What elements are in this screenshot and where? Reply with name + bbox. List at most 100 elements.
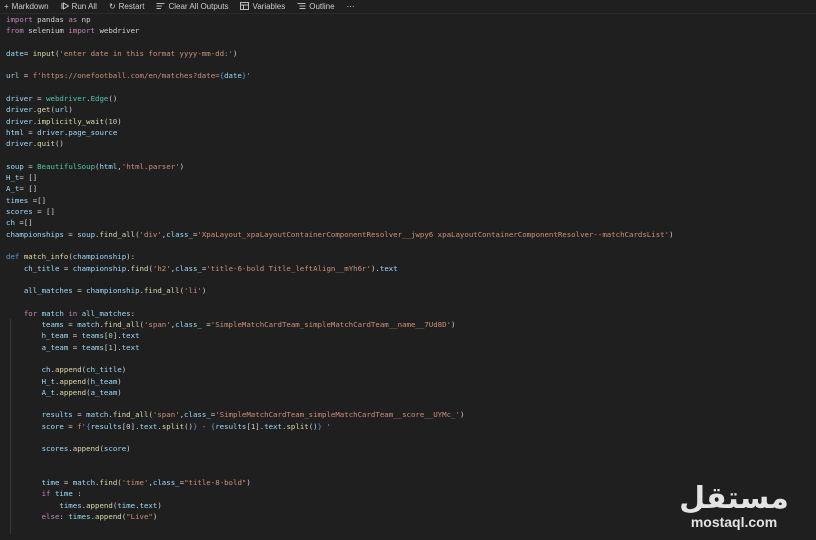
tok: : (72, 489, 82, 499)
tok: results (41, 410, 73, 420)
tok: championship (72, 263, 127, 273)
tok: ) (152, 512, 158, 522)
tok (6, 309, 24, 318)
tok (6, 444, 42, 453)
tok: ) (117, 376, 122, 386)
tok: f' (77, 421, 87, 431)
add-markdown-label: Markdown (11, 2, 49, 11)
tok: class_ (166, 229, 193, 239)
tok: text (264, 421, 283, 431)
tok: import (6, 15, 33, 24)
tok: [1]. (246, 421, 265, 431)
restart-button[interactable]: ↻ Restart (109, 2, 145, 11)
tok: html (99, 161, 118, 171)
tok: 'time' (121, 478, 149, 488)
add-markdown-button[interactable]: + Markdown (4, 2, 49, 11)
tok: get (37, 105, 51, 115)
tok: 'enter date in this format yyyy-mm-dd:' (59, 48, 233, 58)
tok: pandas (32, 15, 69, 24)
tok: ) (232, 48, 238, 58)
tok: championships (6, 229, 64, 239)
tok: a_team (90, 387, 118, 397)
tok: ) (117, 387, 122, 397)
run-all-button[interactable]: Run All (61, 1, 97, 12)
tok: match (72, 478, 96, 488)
tok: find_all (99, 229, 136, 239)
code-line-14: soup = BeautifulSoup(html,'html.parser') (6, 161, 816, 172)
code-cell[interactable]: import pandas as np from selenium import… (0, 14, 816, 540)
tok: quit (37, 139, 55, 149)
code-line-18: scores = [] (6, 206, 816, 217)
tok: driver (6, 116, 33, 126)
tok: ' (246, 71, 251, 81)
code-line-30: a_team = teams[1].text (6, 342, 816, 353)
tok: split (286, 421, 309, 431)
variables-label: Variables (252, 2, 286, 11)
tok: class_ (175, 320, 202, 330)
code-line-29: h_team = teams[0].text (6, 330, 816, 341)
code-line-22: def match_info(championship): (6, 251, 816, 262)
tok: ) (121, 365, 127, 375)
tok: match (77, 320, 100, 330)
tok: for (23, 308, 38, 318)
tok: ) (126, 444, 131, 454)
clear-all-outputs-label: Clear All Outputs (168, 2, 229, 11)
tok: = [] (32, 207, 55, 217)
run-all-icon (61, 1, 69, 12)
tok: as (68, 15, 78, 24)
tok: url (54, 105, 69, 115)
tok: scores (6, 207, 33, 217)
tok: append (95, 512, 122, 522)
tok: append (59, 387, 87, 397)
tok: time (54, 489, 73, 499)
tok: BeautifulSoup (37, 161, 96, 171)
code-line-8: driver = webdriver.Edge() (6, 93, 816, 104)
more-actions-button[interactable]: ⋯ (347, 2, 355, 11)
tok (6, 365, 42, 374)
tok: find (99, 478, 118, 488)
tok: np (77, 15, 91, 24)
tok: = (23, 127, 38, 137)
tok: = (72, 410, 87, 420)
tok: text (121, 342, 140, 352)
code-line-12: driver.quit() (6, 138, 816, 149)
tok: date (6, 48, 24, 58)
tok: = (68, 342, 82, 352)
clear-all-outputs-button[interactable]: Clear All Outputs (156, 2, 228, 12)
outline-button[interactable]: Outline (297, 2, 335, 12)
tok: split (161, 421, 185, 431)
tok: h_team (41, 331, 69, 341)
code-editor[interactable]: import pandas as np from selenium import… (6, 14, 816, 526)
tok: find_all (143, 286, 180, 296)
tok: append (72, 444, 100, 454)
tok: = (201, 320, 211, 330)
tok: soup (6, 161, 24, 171)
tok: () (308, 421, 318, 431)
tok: = (23, 161, 38, 171)
code-line-16: A_t= [] (6, 183, 816, 194)
code-line-25: all_matches = championship.find_all('li'… (6, 285, 816, 296)
tok: teams (81, 331, 104, 341)
tok: () (108, 94, 118, 104)
tok: scores (41, 444, 69, 454)
tok: webdriver (95, 26, 140, 36)
tok: date (224, 71, 242, 81)
code-line-11: html = driver.page_source (6, 127, 816, 138)
run-all-label: Run All (71, 2, 97, 11)
tok: championship (72, 252, 127, 262)
tok: class_ (152, 478, 180, 488)
tok: A_t (41, 387, 55, 397)
tok: if (41, 489, 51, 499)
variables-icon (240, 1, 250, 12)
notebook-toolbar: + Markdown Run All ↻ Restart Clear All O… (0, 0, 816, 14)
tok: url (6, 71, 20, 81)
tok: ]. (112, 342, 122, 352)
variables-button[interactable]: Variables (240, 1, 286, 12)
